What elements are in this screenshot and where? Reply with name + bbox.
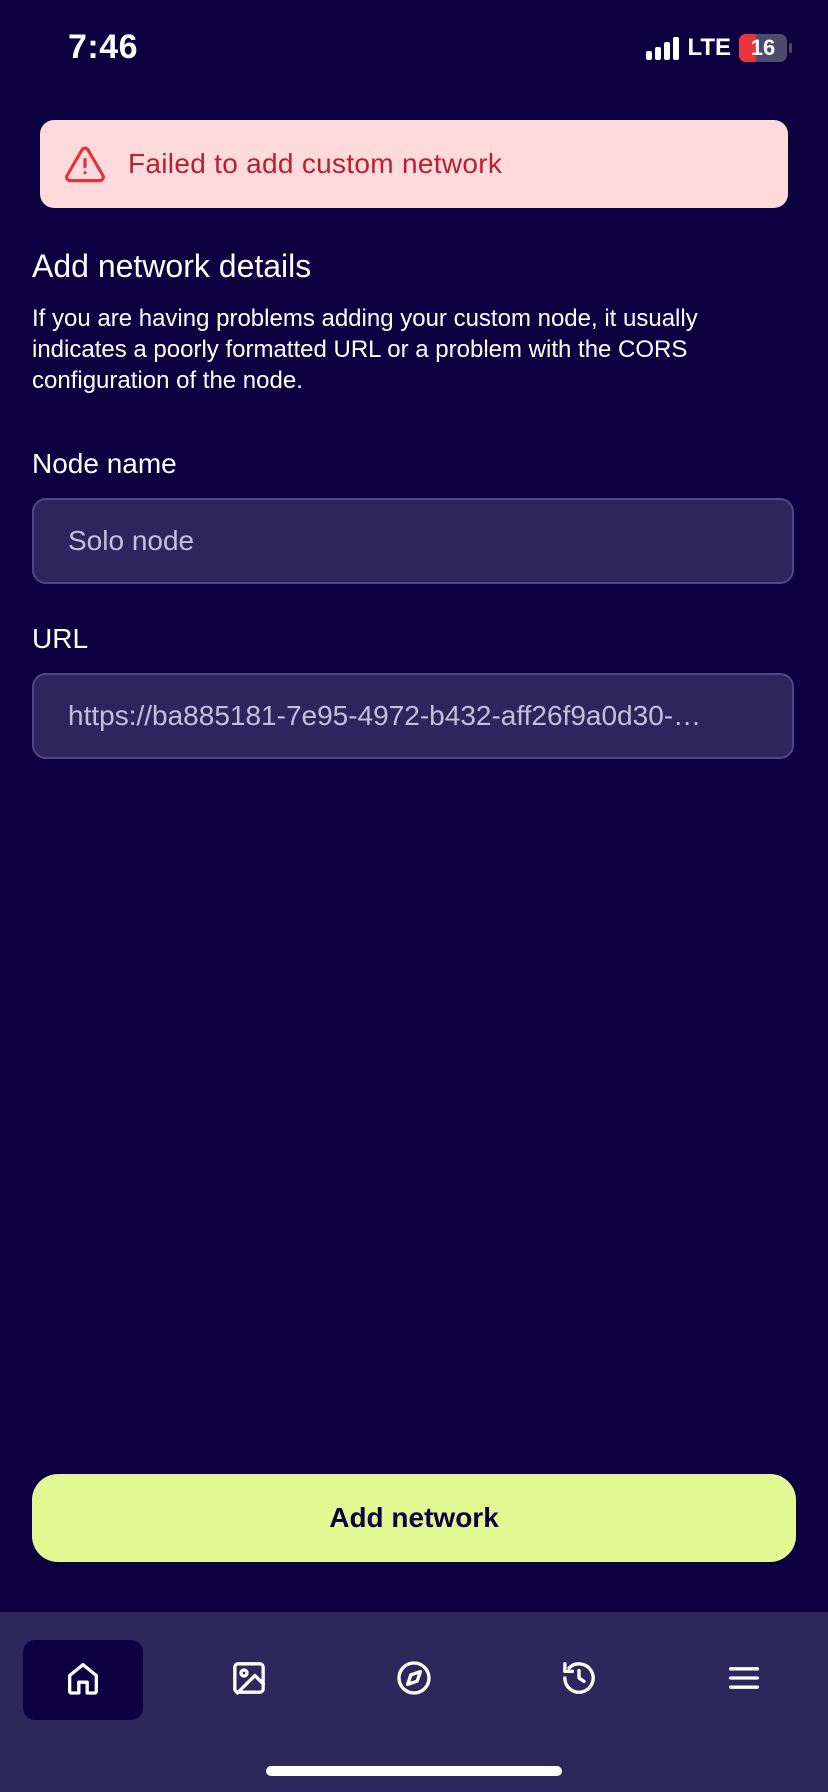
- compass-icon: [394, 1658, 434, 1703]
- nav-history[interactable]: [519, 1640, 639, 1720]
- warning-triangle-icon: [64, 143, 106, 185]
- bottom-nav: [0, 1612, 828, 1792]
- page-title: Add network details: [32, 248, 312, 284]
- status-time: 7:46: [68, 28, 139, 66]
- network-type: LTE: [687, 34, 731, 61]
- error-alert: Failed to add custom network: [40, 120, 788, 208]
- nav-explore[interactable]: [354, 1640, 474, 1720]
- nav-menu[interactable]: [684, 1640, 804, 1720]
- nav-home[interactable]: [23, 1640, 143, 1720]
- history-icon: [559, 1658, 599, 1703]
- status-indicators: LTE 16: [646, 34, 792, 62]
- signal-icon: [646, 36, 680, 60]
- home-icon: [63, 1658, 103, 1703]
- help-description: If you are having problems adding your c…: [32, 305, 698, 394]
- url-input[interactable]: [68, 700, 758, 732]
- battery-level: 16: [750, 35, 776, 60]
- node-name-input[interactable]: [68, 525, 758, 557]
- status-bar: 7:46 LTE 16: [0, 0, 828, 100]
- url-label: URL: [32, 623, 89, 654]
- image-icon: [229, 1658, 269, 1703]
- node-name-label: Node name: [32, 448, 177, 479]
- menu-icon: [724, 1658, 764, 1703]
- nav-gallery[interactable]: [189, 1640, 309, 1720]
- battery-icon: 16: [739, 34, 792, 62]
- home-indicator: [266, 1766, 562, 1776]
- node-name-field-container: [32, 498, 794, 584]
- url-field-container: [32, 673, 794, 759]
- alert-message: Failed to add custom network: [128, 148, 503, 179]
- add-network-button[interactable]: Add network: [32, 1474, 796, 1562]
